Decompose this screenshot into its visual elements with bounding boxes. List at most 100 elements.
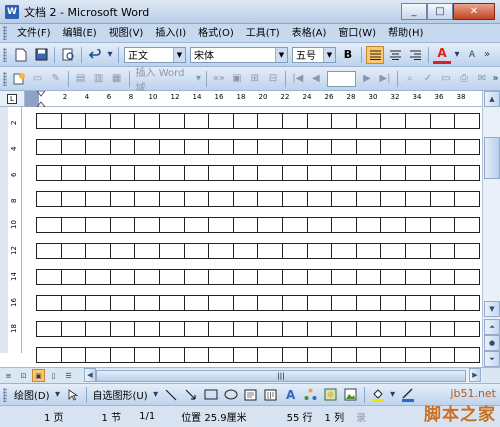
- rectangle-icon[interactable]: [202, 386, 220, 404]
- chevron-down-icon[interactable]: ▼: [275, 47, 287, 62]
- align-right-icon[interactable]: [406, 46, 424, 64]
- undo-icon[interactable]: [86, 46, 104, 64]
- menu-tools[interactable]: 工具(T): [240, 25, 286, 42]
- fill-color-icon[interactable]: [369, 386, 387, 404]
- menubar-grip[interactable]: [3, 26, 7, 40]
- check-errors-icon[interactable]: ✓: [420, 70, 436, 88]
- font-size-combo[interactable]: 五号 ▼: [292, 46, 336, 63]
- menu-view[interactable]: 视图(V): [103, 25, 150, 42]
- edit-recipients-icon[interactable]: ✎: [48, 70, 64, 88]
- grow-font-button[interactable]: A: [463, 46, 481, 64]
- chevron-down-icon[interactable]: ▼: [323, 47, 335, 62]
- chevron-down-icon[interactable]: ▾: [195, 70, 202, 88]
- toolbar-options-icon[interactable]: »: [492, 70, 499, 88]
- oval-icon[interactable]: [222, 386, 240, 404]
- scroll-down-icon[interactable]: ▼: [484, 301, 500, 317]
- fill-color-dropdown-icon[interactable]: ▾: [389, 386, 397, 404]
- view-merged-data-icon[interactable]: «»: [211, 70, 227, 88]
- horizontal-ruler[interactable]: 2 4 6 8 10 12 14 16 18 20 22 24 26 28 30 32 34 36 38: [24, 90, 482, 108]
- draw-menu[interactable]: 绘图(D): [11, 387, 53, 402]
- insert-address-block-icon[interactable]: ▤: [73, 70, 89, 88]
- line-color-icon[interactable]: [399, 386, 417, 404]
- close-button[interactable]: ✕: [453, 3, 495, 20]
- previous-page-icon[interactable]: ⏶: [484, 319, 500, 335]
- tab-selector[interactable]: L: [0, 91, 24, 107]
- open-data-source-icon[interactable]: ▭: [30, 70, 46, 88]
- previous-record-icon[interactable]: ◀: [308, 70, 324, 88]
- chevron-down-icon[interactable]: ▾: [54, 386, 62, 404]
- save-icon[interactable]: [32, 46, 50, 64]
- web-layout-icon[interactable]: ⊡: [17, 369, 30, 382]
- select-objects-icon[interactable]: [64, 386, 82, 404]
- diagram-icon[interactable]: [302, 386, 320, 404]
- find-entry-icon[interactable]: ⌕: [402, 70, 418, 88]
- scroll-up-icon[interactable]: ▲: [484, 91, 500, 107]
- vertical-scrollbar[interactable]: ▲ ▼ ⏶ ● ⏷: [482, 91, 500, 367]
- next-page-icon[interactable]: ⏷: [484, 351, 500, 367]
- insert-greeting-icon[interactable]: ▥: [91, 70, 107, 88]
- toolbar-options-icon[interactable]: »: [483, 46, 491, 64]
- first-record-icon[interactable]: |◀: [290, 70, 306, 88]
- last-record-icon[interactable]: ▶|: [377, 70, 393, 88]
- merge-to-printer-icon[interactable]: ⎙: [456, 70, 472, 88]
- font-color-button[interactable]: A: [433, 46, 451, 64]
- maximize-button[interactable]: □: [427, 3, 453, 20]
- chevron-down-icon[interactable]: ▼: [173, 47, 185, 62]
- toolbar-grip[interactable]: [3, 47, 7, 62]
- arrow-icon[interactable]: [182, 386, 200, 404]
- vertical-text-box-icon[interactable]: [262, 386, 280, 404]
- new-document-icon[interactable]: [12, 46, 30, 64]
- menu-format[interactable]: 格式(O): [192, 25, 240, 42]
- menu-table[interactable]: 表格(A): [286, 25, 333, 42]
- menu-insert[interactable]: 插入(I): [149, 25, 192, 42]
- menu-file[interactable]: 文件(F): [11, 25, 57, 42]
- autoshapes-menu[interactable]: 自选图形(U): [90, 387, 151, 402]
- align-justify-icon[interactable]: [366, 45, 384, 64]
- minimize-button[interactable]: _: [401, 3, 427, 20]
- bold-button[interactable]: B: [339, 46, 357, 64]
- insert-merge-field-icon[interactable]: ▦: [109, 70, 125, 88]
- print-preview-icon[interactable]: [59, 46, 77, 64]
- font-combo[interactable]: 宋体 ▼: [190, 46, 288, 63]
- print-layout-icon[interactable]: ▣: [32, 369, 45, 382]
- vertical-scroll-thumb[interactable]: [484, 137, 500, 179]
- toolbar-grip[interactable]: [3, 387, 7, 402]
- horizontal-scrollbar[interactable]: ◀ ||| ▶: [84, 368, 482, 383]
- main-document-setup-icon[interactable]: [12, 70, 28, 88]
- reading-layout-icon[interactable]: ▯: [47, 369, 60, 382]
- record-number-input[interactable]: [326, 70, 356, 87]
- scroll-left-icon[interactable]: ◀: [84, 368, 96, 382]
- align-center-icon[interactable]: [386, 46, 404, 64]
- horizontal-scroll-thumb[interactable]: |||: [96, 370, 466, 382]
- select-browse-object-icon[interactable]: ●: [484, 335, 500, 351]
- font-color-dropdown-icon[interactable]: ▾: [453, 46, 461, 64]
- highlight-fields-icon[interactable]: ▣: [229, 70, 245, 88]
- next-record-icon[interactable]: ▶: [359, 70, 375, 88]
- merge-to-email-icon[interactable]: ✉: [474, 70, 490, 88]
- insert-picture-icon[interactable]: [342, 386, 360, 404]
- insert-word-field-menu[interactable]: 插入 Word 域: [133, 64, 194, 94]
- chevron-down-icon[interactable]: ▾: [152, 386, 160, 404]
- line-icon[interactable]: [162, 386, 180, 404]
- menu-window[interactable]: 窗口(W): [332, 25, 382, 42]
- propagate-labels-icon[interactable]: ⊟: [265, 70, 281, 88]
- toolbar-grip[interactable]: [3, 71, 7, 86]
- match-fields-icon[interactable]: ⊞: [247, 70, 263, 88]
- clip-art-icon[interactable]: [322, 386, 340, 404]
- grid-cell: [380, 244, 381, 258]
- word-app-icon[interactable]: W: [5, 4, 19, 19]
- wordart-icon[interactable]: A: [282, 386, 300, 404]
- menu-help[interactable]: 帮助(H): [382, 25, 429, 42]
- vertical-ruler[interactable]: 2 4 6 8 10 12 14 16 18: [8, 107, 22, 353]
- style-combo[interactable]: 正文 ▼: [124, 46, 186, 63]
- outline-view-icon[interactable]: ☰: [62, 369, 75, 382]
- text-box-icon[interactable]: [242, 386, 260, 404]
- indent-marker-icon[interactable]: [36, 90, 46, 108]
- merge-to-document-icon[interactable]: ▭: [438, 70, 454, 88]
- undo-dropdown-icon[interactable]: ▾: [106, 46, 114, 64]
- document-page[interactable]: [24, 107, 482, 367]
- normal-view-icon[interactable]: ≡: [2, 369, 15, 382]
- status-record-macro[interactable]: 录: [350, 409, 372, 424]
- menu-edit[interactable]: 编辑(E): [57, 25, 103, 42]
- scroll-right-icon[interactable]: ▶: [469, 368, 481, 382]
